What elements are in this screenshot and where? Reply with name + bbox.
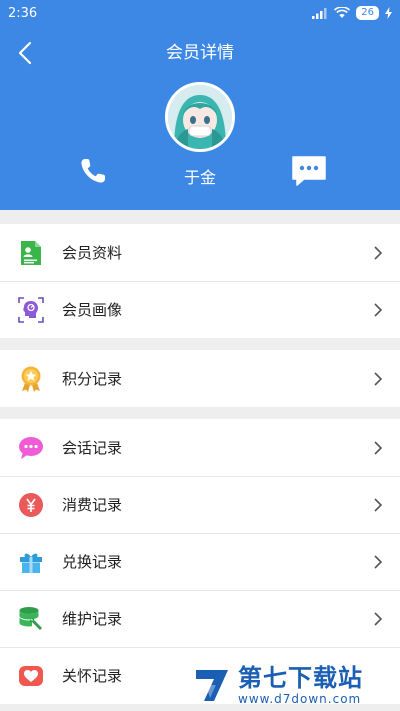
signal-icon [312,8,327,19]
menu-item-label: 关怀记录 [62,667,123,685]
menu-item-exchange-record[interactable]: 兑换记录 [0,533,400,590]
menu-item-label: 消费记录 [62,496,123,514]
menu-item-label: 维护记录 [62,610,123,628]
title-row: 会员详情 [0,38,400,68]
menu-item-points-record[interactable]: 积分记录 [0,350,400,407]
chevron-right-icon [374,554,383,569]
chevron-right-icon [374,371,383,386]
menu-item-label: 会员资料 [62,244,123,262]
avatar-image [168,85,232,149]
member-portrait-icon [18,296,44,323]
gift-box-icon [18,549,44,575]
menu-item-label: 积分记录 [62,370,123,388]
battery-indicator: 26 [356,6,379,20]
chevron-right-icon [374,611,383,626]
chevron-right-icon [374,440,383,455]
menu-item-label: 兑换记录 [62,553,123,571]
member-profile-icon [18,240,44,266]
points-medal-icon [18,366,44,392]
menu-group-profile: 会员资料 会员画像 [0,224,400,338]
chevron-right-icon [374,302,383,317]
menu-item-label: 会话记录 [62,439,123,457]
charging-icon [385,7,392,19]
status-time: 2:36 [8,5,38,21]
menu-item-label: 会员画像 [62,301,123,319]
wifi-icon [334,7,351,18]
menu-item-chat-record[interactable]: 会话记录 [0,419,400,476]
menu-item-consumption-record[interactable]: 消费记录 [0,476,400,533]
menu-item-maintenance-record[interactable]: 维护记录 [0,590,400,647]
menu-item-care-record[interactable]: 关怀记录 [0,647,400,704]
menu-group-points: 积分记录 [0,350,400,407]
chevron-right-icon [374,497,383,512]
message-icon[interactable] [290,154,328,188]
yen-coin-icon [18,492,44,518]
page-title: 会员详情 [166,43,234,63]
chevron-right-icon [374,245,383,260]
avatar[interactable] [165,82,235,152]
menu-group-records: 会话记录 消费记录 兑换记录 维护记录 关怀记录 [0,419,400,704]
heart-icon [18,663,44,689]
status-icons: 26 [312,6,392,20]
chat-bubble-icon [18,435,44,461]
menu-item-member-portrait[interactable]: 会员画像 [0,281,400,338]
member-name: 于金 [183,168,216,187]
menu-item-member-profile[interactable]: 会员资料 [0,224,400,281]
status-bar: 2:36 26 [0,0,400,26]
header-bar: 2:36 26 会员详情 于金 [0,0,400,210]
database-wrench-icon [18,606,44,632]
